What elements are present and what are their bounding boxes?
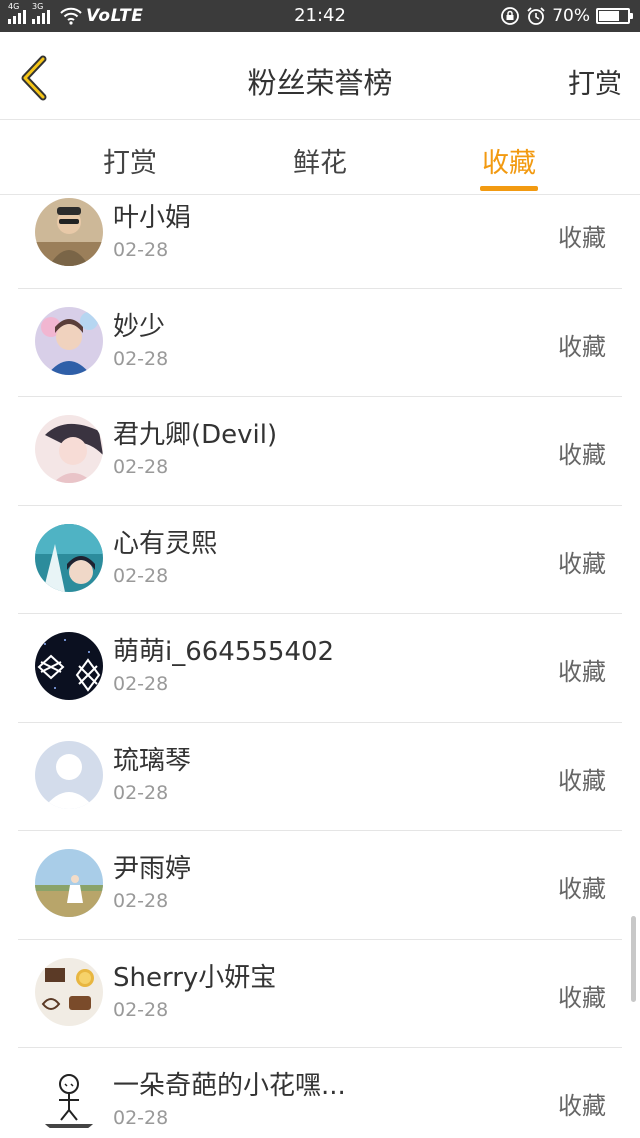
fan-date: 02-28 bbox=[113, 239, 169, 261]
page-title: 粉丝荣誉榜 bbox=[247, 66, 393, 100]
list-item[interactable]: 尹雨婷 02-28 收藏 bbox=[18, 831, 622, 940]
fan-name: 尹雨婷 bbox=[113, 854, 192, 884]
fan-name: 一朵奇葩的小花嘿... bbox=[113, 1071, 346, 1101]
fan-date: 02-28 bbox=[113, 1107, 169, 1129]
fan-action: 收藏 bbox=[558, 441, 606, 469]
list-item[interactable]: 妙少 02-28 收藏 bbox=[18, 289, 622, 397]
fan-date: 02-28 bbox=[113, 673, 169, 695]
fan-action: 收藏 bbox=[558, 983, 606, 1012]
tab-favorites[interactable]: 收藏 bbox=[434, 121, 584, 195]
list-item[interactable]: 心有灵熙 02-28 收藏 bbox=[18, 506, 622, 614]
avatar bbox=[35, 1066, 103, 1134]
fan-action: 收藏 bbox=[558, 224, 606, 252]
rotation-lock-icon bbox=[501, 7, 520, 25]
list-item[interactable]: 一朵奇葩的小花嘿... 02-28 收藏 bbox=[18, 1048, 622, 1138]
tab-label: 收藏 bbox=[482, 148, 536, 179]
fan-date: 02-28 bbox=[113, 347, 169, 370]
fan-action: 收藏 bbox=[558, 549, 606, 578]
battery-icon bbox=[596, 8, 633, 24]
fan-list[interactable]: 叶小娟 02-28 收藏 妙少 02-28 收藏 君九卿(Devil) 02-2… bbox=[0, 196, 640, 1138]
avatar bbox=[35, 740, 103, 809]
avatar bbox=[35, 632, 103, 700]
fan-action: 收藏 bbox=[558, 658, 606, 686]
tab-bar: 打赏 鲜花 收藏 bbox=[0, 121, 640, 195]
fan-date: 02-28 bbox=[113, 998, 169, 1021]
nav-header: 粉丝荣誉榜 打赏 bbox=[0, 32, 640, 120]
fan-name: 妙少 bbox=[113, 311, 166, 342]
alarm-icon bbox=[527, 7, 545, 25]
fan-date: 02-28 bbox=[113, 564, 169, 587]
fan-date: 02-28 bbox=[113, 890, 169, 912]
reward-button[interactable]: 打赏 bbox=[568, 62, 622, 101]
fan-date: 02-28 bbox=[113, 781, 169, 804]
list-item[interactable]: 琉璃琴 02-28 收藏 bbox=[18, 723, 622, 831]
fan-name: 君九卿(Devil) bbox=[113, 420, 278, 450]
app-screen: 4G 3G VoLTE 21:42 70% 粉丝荣誉榜 打赏 打赏 鲜花 收藏 … bbox=[0, 0, 640, 1138]
fan-name: 琉璃琴 bbox=[113, 745, 192, 776]
active-tab-indicator bbox=[480, 186, 538, 191]
fan-name: 叶小娟 bbox=[113, 203, 192, 233]
avatar bbox=[35, 523, 103, 592]
scrollbar-thumb[interactable] bbox=[631, 916, 636, 1002]
fan-action: 收藏 bbox=[558, 875, 606, 903]
status-bar: 4G 3G VoLTE 21:42 70% bbox=[0, 0, 640, 32]
tab-reward[interactable]: 打赏 bbox=[55, 121, 205, 195]
fan-name: 心有灵熙 bbox=[113, 528, 218, 559]
tab-flowers[interactable]: 鲜花 bbox=[245, 121, 395, 195]
status-right: 70% bbox=[500, 5, 633, 27]
avatar bbox=[35, 415, 103, 483]
fan-action: 收藏 bbox=[558, 1092, 606, 1120]
list-item[interactable]: 萌萌i_664555402 02-28 收藏 bbox=[18, 614, 622, 723]
tab-label: 打赏 bbox=[103, 148, 157, 179]
fan-action: 收藏 bbox=[558, 766, 606, 795]
battery-level-fill bbox=[599, 11, 619, 21]
avatar bbox=[35, 849, 103, 917]
avatar bbox=[35, 306, 103, 375]
avatar bbox=[35, 957, 103, 1026]
battery-percent: 70% bbox=[552, 6, 590, 26]
list-item[interactable]: Sherry小妍宝 02-28 收藏 bbox=[18, 940, 622, 1048]
fan-name: Sherry小妍宝 bbox=[113, 962, 277, 993]
fan-name: 萌萌i_664555402 bbox=[113, 637, 335, 667]
avatar bbox=[35, 198, 103, 266]
list-item[interactable]: 君九卿(Devil) 02-28 收藏 bbox=[18, 397, 622, 506]
tab-label: 鲜花 bbox=[293, 148, 347, 179]
fan-action: 收藏 bbox=[558, 332, 606, 361]
fan-date: 02-28 bbox=[113, 456, 169, 478]
list-item[interactable]: 叶小娟 02-28 收藏 bbox=[18, 196, 622, 289]
